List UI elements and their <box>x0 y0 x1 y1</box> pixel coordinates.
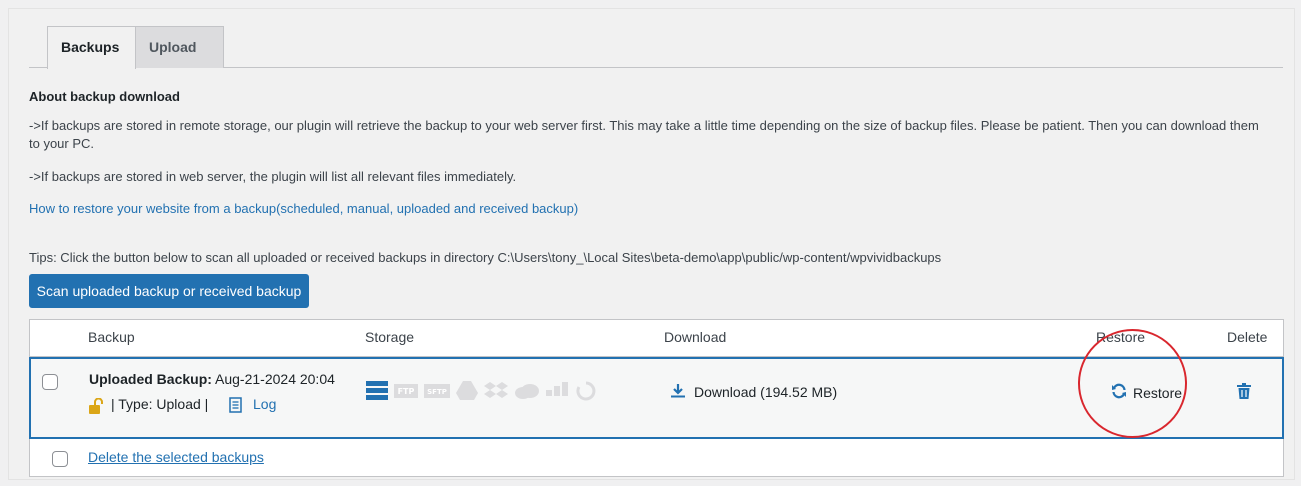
header-backup: Backup <box>88 329 135 345</box>
about-line-local: ->If backups are stored in web server, t… <box>29 169 517 184</box>
backup-panel: Backups Upload About backup download ->I… <box>8 8 1295 480</box>
header-download: Download <box>664 329 727 345</box>
header-restore: Restore <box>1096 329 1146 345</box>
table-row: Uploaded Backup: Aug-21-2024 20:04 | Typ… <box>29 357 1284 439</box>
restore-label: Restore <box>1133 384 1183 401</box>
tab-upload[interactable]: Upload <box>135 26 224 68</box>
dropbox-icon <box>484 381 508 404</box>
table-header: Backup Storage Download Restore Delete <box>30 320 1283 357</box>
delete-selected-link[interactable]: Delete the selected backups <box>88 449 264 465</box>
about-heading: About backup download <box>29 89 180 104</box>
backup-title-label: Uploaded Backup: <box>89 371 212 387</box>
wasabi-icon <box>576 381 596 404</box>
backup-date: Aug-21-2024 20:04 <box>211 371 335 387</box>
trash-icon <box>1237 383 1251 402</box>
download-icon <box>671 383 685 401</box>
server-icon <box>366 380 388 404</box>
header-storage: Storage <box>365 329 415 345</box>
s3-icon <box>546 381 570 404</box>
backup-table: Backup Storage Download Restore Delete U… <box>29 319 1284 477</box>
header-delete: Delete <box>1227 329 1268 345</box>
tab-backups[interactable]: Backups <box>47 26 136 69</box>
about-line-remote: ->If backups are stored in remote storag… <box>29 118 1259 151</box>
backup-title: Uploaded Backup: Aug-21-2024 20:04 <box>89 371 335 387</box>
unlock-icon[interactable] <box>89 397 103 417</box>
row-select-checkbox[interactable] <box>42 374 58 390</box>
delete-button[interactable] <box>1237 383 1251 402</box>
tab-bar: Backups Upload <box>29 26 1283 69</box>
refresh-icon <box>1111 383 1127 402</box>
table-footer: Delete the selected backups <box>30 439 1283 477</box>
restore-guide-link[interactable]: How to restore your website from a backu… <box>29 201 578 216</box>
ftp-icon: FTP <box>394 383 418 401</box>
select-all-checkbox[interactable] <box>52 451 68 467</box>
log-icon[interactable] <box>229 397 242 416</box>
tips-text: Tips: Click the button below to scan all… <box>29 250 942 265</box>
storage-icons: FTP SFTP <box>366 380 596 404</box>
log-link[interactable]: Log <box>253 396 276 412</box>
backup-type: | Type: Upload | <box>111 396 209 412</box>
google-drive-icon <box>456 380 478 404</box>
svg-text:SFTP: SFTP <box>427 388 447 396</box>
download-button[interactable]: Download (194.52 MB) <box>671 383 837 401</box>
sftp-icon: SFTP <box>424 383 450 401</box>
download-label: Download (194.52 MB) <box>694 384 838 400</box>
restore-button[interactable]: Restore <box>1111 383 1182 402</box>
onedrive-icon <box>514 383 540 402</box>
svg-text:FTP: FTP <box>398 387 415 396</box>
scan-backup-button[interactable]: Scan uploaded backup or received backup <box>29 274 309 308</box>
